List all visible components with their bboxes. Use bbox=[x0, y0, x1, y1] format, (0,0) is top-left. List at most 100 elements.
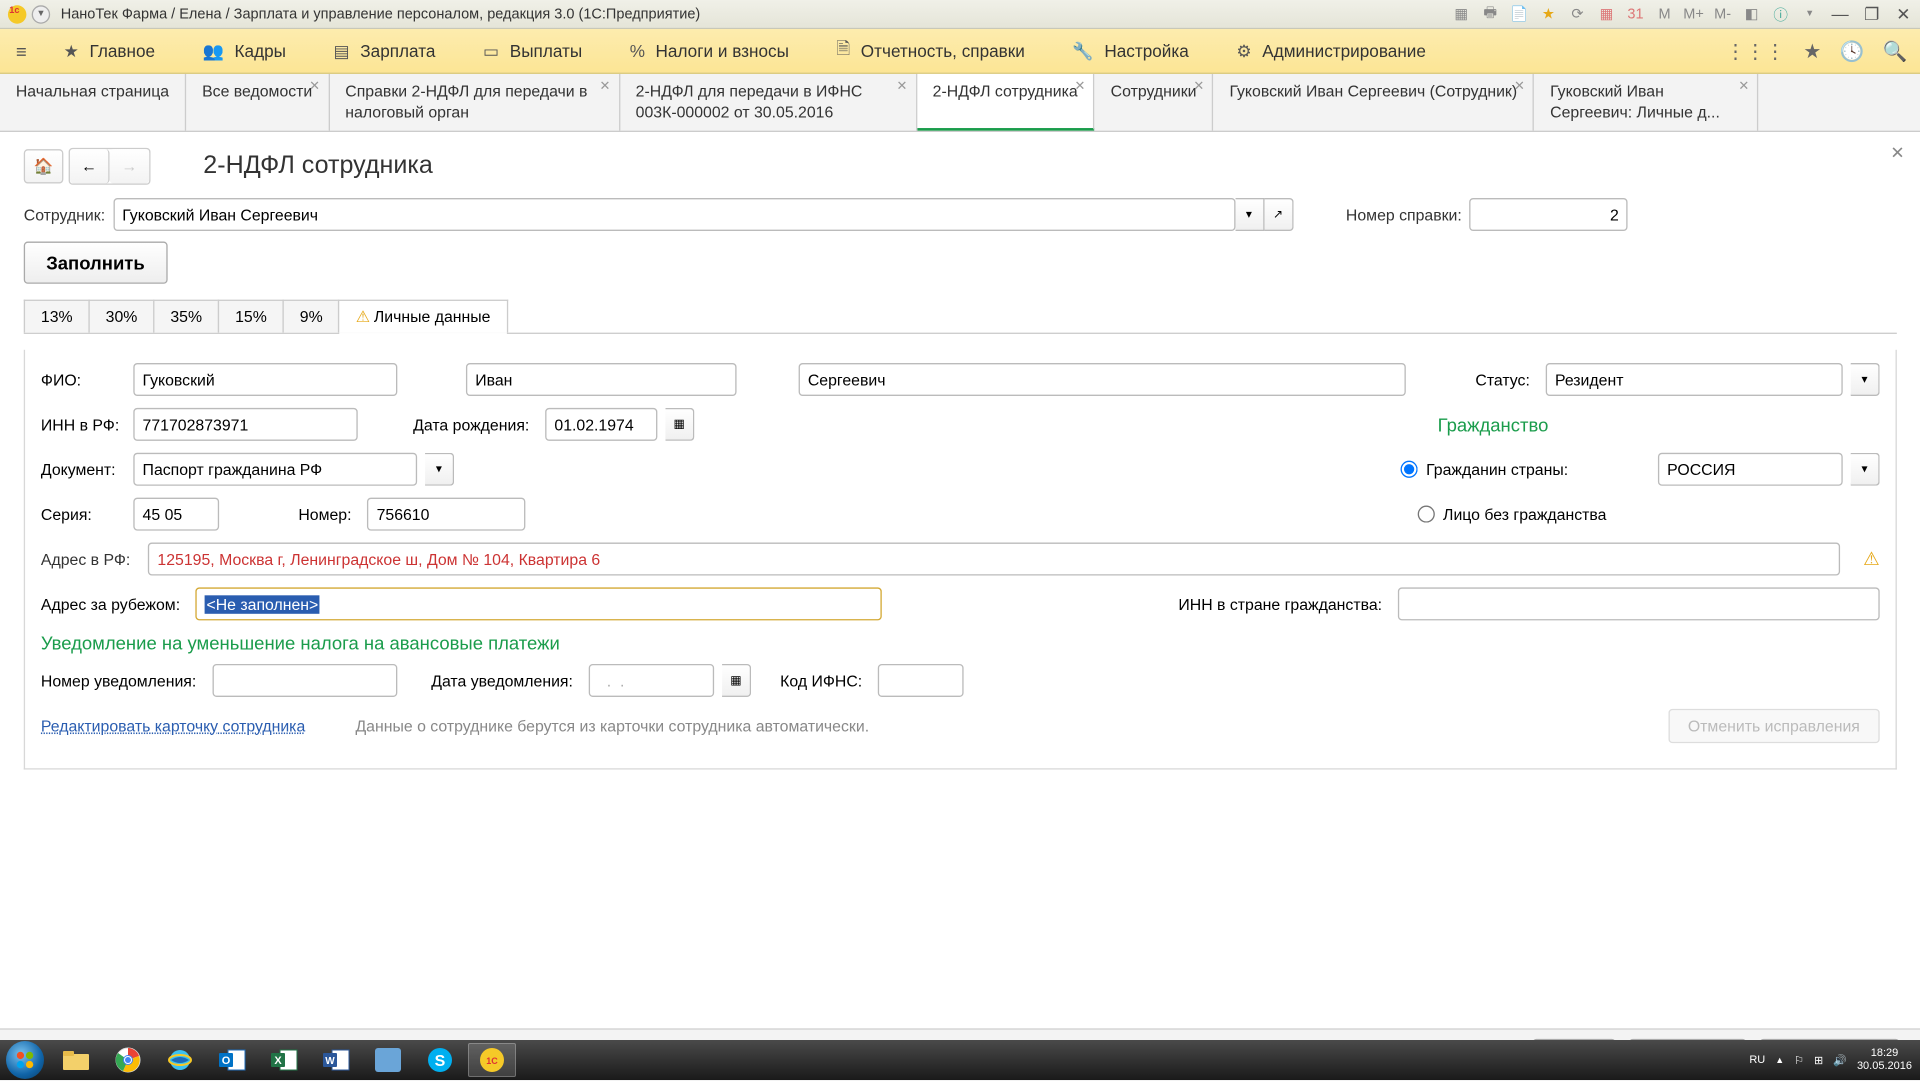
close-button[interactable]: ✕ bbox=[1892, 3, 1916, 24]
menu-admin[interactable]: ⚙Администрирование bbox=[1213, 29, 1450, 73]
history-icon[interactable]: 🕓 bbox=[1840, 39, 1865, 63]
close-icon[interactable]: ✕ bbox=[600, 79, 611, 94]
citizen-radio[interactable] bbox=[1401, 461, 1418, 478]
menu-main[interactable]: ★Главное bbox=[40, 29, 179, 73]
titlebar-tool-icon[interactable]: ⟳ bbox=[1567, 3, 1588, 24]
address-foreign-field[interactable]: <Не заполнен> bbox=[196, 587, 882, 620]
tab-13[interactable]: 13% bbox=[24, 300, 90, 333]
dropdown-button[interactable]: ▾ bbox=[1235, 198, 1264, 231]
open-button[interactable]: ↗ bbox=[1264, 198, 1293, 231]
home-button[interactable]: 🏠 bbox=[24, 149, 64, 183]
menu-settings[interactable]: 🔧Настройка bbox=[1049, 29, 1213, 73]
country-field[interactable] bbox=[1658, 453, 1843, 486]
tab-2ndfl-ifns[interactable]: 2-НДФЛ для передачи в ИФНС 003К-000002 о… bbox=[620, 74, 917, 131]
close-icon[interactable]: ✕ bbox=[1890, 143, 1904, 164]
titlebar-info-dropdown[interactable]: ▼ bbox=[1799, 3, 1820, 24]
start-button[interactable] bbox=[6, 1041, 44, 1079]
tab-personal-data[interactable]: ⚠Личные данные bbox=[339, 300, 508, 333]
minimize-button[interactable]: — bbox=[1828, 3, 1852, 24]
inn-rf-field[interactable] bbox=[133, 408, 357, 441]
tab-9[interactable]: 9% bbox=[283, 300, 340, 333]
tab-2ndfl-employee[interactable]: 2-НДФЛ сотрудника✕ bbox=[917, 74, 1095, 131]
close-icon[interactable]: ✕ bbox=[1075, 79, 1086, 94]
close-icon[interactable]: ✕ bbox=[897, 79, 908, 94]
chrome-icon[interactable] bbox=[104, 1043, 152, 1077]
status-field[interactable] bbox=[1546, 363, 1843, 396]
close-icon[interactable]: ✕ bbox=[1193, 79, 1204, 94]
ie-icon[interactable] bbox=[156, 1043, 204, 1077]
titlebar-m-minus-icon[interactable]: M- bbox=[1712, 3, 1733, 24]
dropdown-button[interactable]: ▾ bbox=[425, 453, 454, 486]
tab-2ndfl-refs[interactable]: Справки 2-НДФЛ для передачи в налоговый … bbox=[329, 74, 619, 131]
series-field[interactable] bbox=[133, 498, 219, 531]
menu-reports[interactable]: 🗎Отчетность, справки bbox=[813, 29, 1049, 73]
patronymic-field[interactable] bbox=[799, 363, 1406, 396]
ifns-code-field[interactable] bbox=[878, 664, 964, 697]
explorer-icon[interactable] bbox=[52, 1043, 100, 1077]
tab-employees[interactable]: Сотрудники✕ bbox=[1095, 74, 1214, 131]
tray-up-icon[interactable]: ▲ bbox=[1775, 1055, 1784, 1065]
last-name-field[interactable] bbox=[133, 363, 397, 396]
tab-start-page[interactable]: Начальная страница bbox=[0, 74, 186, 131]
titlebar-tool-icon[interactable]: ▦ bbox=[1596, 3, 1617, 24]
menu-salary[interactable]: ▤Зарплата bbox=[310, 29, 459, 73]
birthdate-field[interactable] bbox=[545, 408, 657, 441]
excel-icon[interactable]: X bbox=[260, 1043, 308, 1077]
tab-employee-card[interactable]: Гуковский Иван Сергеевич (Сотрудник)✕ bbox=[1214, 74, 1535, 131]
notification-date-field[interactable] bbox=[589, 664, 714, 697]
favorite-icon[interactable]: ★ bbox=[1803, 39, 1821, 63]
menu-staff[interactable]: 👥Кадры bbox=[179, 29, 310, 73]
tab-35[interactable]: 35% bbox=[153, 300, 219, 333]
back-button[interactable]: ← bbox=[70, 149, 110, 183]
tab-15[interactable]: 15% bbox=[218, 300, 284, 333]
lang-indicator[interactable]: RU bbox=[1749, 1054, 1765, 1066]
close-icon[interactable]: ✕ bbox=[309, 79, 320, 94]
dropdown-button[interactable]: ▾ bbox=[1851, 453, 1880, 486]
tab-all-sheets[interactable]: Все ведомости✕ bbox=[186, 74, 329, 131]
fill-button[interactable]: Заполнить bbox=[24, 242, 167, 284]
clock[interactable]: 18:29 30.05.2016 bbox=[1857, 1047, 1912, 1073]
titlebar-tool-icon[interactable]: 📄 bbox=[1509, 3, 1530, 24]
tab-30[interactable]: 30% bbox=[88, 300, 154, 333]
first-name-field[interactable] bbox=[466, 363, 737, 396]
tab-employee-personal[interactable]: Гуковский Иван Сергеевич: Личные д...✕ bbox=[1534, 74, 1758, 131]
doc-number-field[interactable] bbox=[367, 498, 525, 531]
1c-taskbar-icon[interactable]: 1C bbox=[468, 1043, 516, 1077]
flag-icon[interactable]: ⚐ bbox=[1794, 1054, 1804, 1067]
edit-card-link[interactable]: Редактировать карточку сотрудника bbox=[41, 717, 305, 735]
search-icon[interactable]: 🔍 bbox=[1883, 39, 1908, 63]
titlebar-info-icon[interactable]: ⓘ bbox=[1770, 3, 1791, 24]
titlebar-m-plus-icon[interactable]: M+ bbox=[1683, 3, 1704, 24]
calendar-button[interactable]: ▦ bbox=[665, 408, 694, 441]
close-icon[interactable]: ✕ bbox=[1514, 79, 1525, 94]
titlebar-tool-icon[interactable]: 🖶 bbox=[1480, 3, 1501, 24]
calendar-button[interactable]: ▦ bbox=[722, 664, 751, 697]
titlebar-dropdown[interactable]: ▼ bbox=[32, 5, 50, 23]
stateless-radio[interactable] bbox=[1418, 506, 1435, 523]
menu-taxes[interactable]: %Налоги и взносы bbox=[606, 29, 813, 73]
maximize-button[interactable]: ❐ bbox=[1860, 3, 1884, 24]
network-icon[interactable]: ⊞ bbox=[1814, 1054, 1823, 1067]
burger-icon[interactable]: ≡ bbox=[0, 40, 40, 61]
document-field[interactable] bbox=[133, 453, 417, 486]
dropdown-button[interactable]: ▾ bbox=[1851, 363, 1880, 396]
word-icon[interactable]: W bbox=[312, 1043, 360, 1077]
titlebar-panel-icon[interactable]: ◧ bbox=[1741, 3, 1762, 24]
forward-button[interactable]: → bbox=[110, 149, 150, 183]
notification-number-field[interactable] bbox=[212, 664, 397, 697]
cert-number-field[interactable] bbox=[1470, 198, 1628, 231]
close-icon[interactable]: ✕ bbox=[1738, 79, 1749, 94]
apps-icon[interactable]: ⋮⋮⋮ bbox=[1725, 39, 1784, 63]
volume-icon[interactable]: 🔊 bbox=[1833, 1054, 1847, 1067]
skype-icon[interactable]: S bbox=[416, 1043, 464, 1077]
outlook-icon[interactable]: O bbox=[208, 1043, 256, 1077]
titlebar-m-icon[interactable]: M bbox=[1654, 3, 1675, 24]
titlebar-tool-icon[interactable]: 31 bbox=[1625, 3, 1646, 24]
titlebar-tool-icon[interactable]: ★ bbox=[1538, 3, 1559, 24]
inn-foreign-field[interactable] bbox=[1398, 587, 1880, 620]
app-icon[interactable] bbox=[364, 1043, 412, 1077]
menu-payments[interactable]: ▭Выплаты bbox=[459, 29, 606, 73]
titlebar-tool-icon[interactable]: ▦ bbox=[1451, 3, 1472, 24]
address-rf-field[interactable] bbox=[148, 543, 1839, 576]
employee-field[interactable] bbox=[113, 198, 1235, 231]
